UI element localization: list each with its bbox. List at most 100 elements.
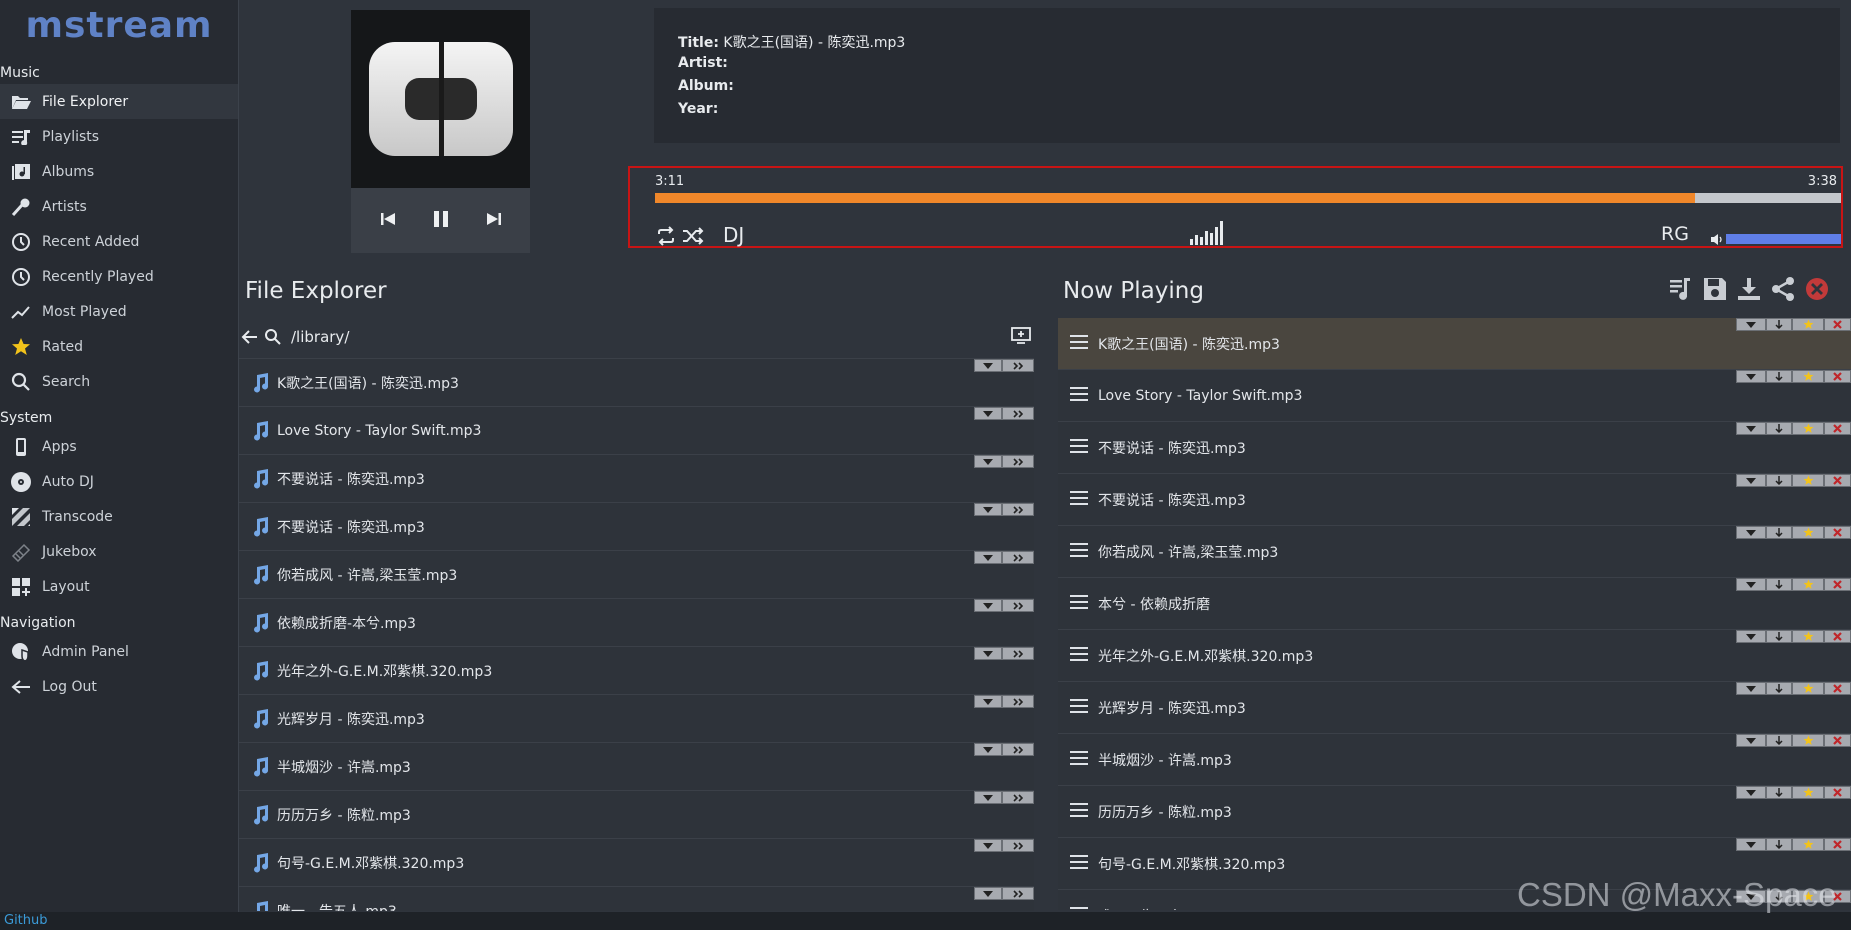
- drag-handle-icon[interactable]: [1070, 854, 1088, 873]
- queue-options-dropdown-icon[interactable]: [1736, 318, 1766, 331]
- drag-handle-icon[interactable]: [1070, 438, 1088, 457]
- github-link[interactable]: Github: [0, 913, 48, 928]
- add-all-to-queue-icon[interactable]: [1011, 327, 1031, 349]
- file-options-dropdown-icon[interactable]: [974, 839, 1002, 852]
- rate-star-icon[interactable]: [1792, 786, 1824, 799]
- download-song-icon[interactable]: [1766, 318, 1792, 331]
- download-song-icon[interactable]: [1766, 526, 1792, 539]
- drag-handle-icon[interactable]: [1070, 750, 1088, 769]
- remove-from-queue-icon[interactable]: [1824, 422, 1851, 435]
- file-row[interactable]: 光辉岁月 - 陈奕迅.mp3: [239, 695, 1034, 743]
- equalizer-icon[interactable]: [1190, 221, 1228, 249]
- queue-options-dropdown-icon[interactable]: [1736, 630, 1766, 643]
- sidebar-item-most-played[interactable]: Most Played: [0, 294, 238, 329]
- add-to-queue-icon[interactable]: [1002, 599, 1034, 612]
- playlist-add-icon[interactable]: [1668, 276, 1694, 306]
- file-options-dropdown-icon[interactable]: [974, 887, 1002, 900]
- volume-icon[interactable]: [1710, 231, 1723, 250]
- file-options-dropdown-icon[interactable]: [974, 791, 1002, 804]
- search-icon[interactable]: [264, 328, 282, 350]
- file-options-dropdown-icon[interactable]: [974, 551, 1002, 564]
- drag-handle-icon[interactable]: [1070, 490, 1088, 509]
- download-song-icon[interactable]: [1766, 422, 1792, 435]
- download-song-icon[interactable]: [1766, 630, 1792, 643]
- remove-from-queue-icon[interactable]: [1824, 474, 1851, 487]
- queue-row[interactable]: K歌之王(国语) - 陈奕迅.mp3: [1058, 318, 1851, 370]
- sidebar-item-artists[interactable]: Artists: [0, 189, 238, 224]
- queue-options-dropdown-icon[interactable]: [1736, 526, 1766, 539]
- rate-star-icon[interactable]: [1792, 474, 1824, 487]
- sidebar-item-jukebox[interactable]: Jukebox: [0, 534, 238, 569]
- download-song-icon[interactable]: [1766, 734, 1792, 747]
- sidebar-item-recently-played[interactable]: Recently Played: [0, 259, 238, 294]
- remove-from-queue-icon[interactable]: [1824, 370, 1851, 383]
- next-track-icon[interactable]: [486, 211, 502, 231]
- queue-row[interactable]: 本兮 - 依赖成折磨: [1058, 578, 1851, 630]
- rate-star-icon[interactable]: [1792, 422, 1824, 435]
- file-row[interactable]: 历历万乡 - 陈粒.mp3: [239, 791, 1034, 839]
- clear-queue-icon[interactable]: [1804, 276, 1830, 306]
- rate-star-icon[interactable]: [1792, 578, 1824, 591]
- download-song-icon[interactable]: [1766, 370, 1792, 383]
- file-options-dropdown-icon[interactable]: [974, 503, 1002, 516]
- drag-handle-icon[interactable]: [1070, 646, 1088, 665]
- rate-star-icon[interactable]: [1792, 370, 1824, 383]
- file-row[interactable]: 不要说话 - 陈奕迅.mp3: [239, 455, 1034, 503]
- drag-handle-icon[interactable]: [1070, 906, 1088, 911]
- queue-options-dropdown-icon[interactable]: [1736, 578, 1766, 591]
- file-row[interactable]: K歌之王(国语) - 陈奕迅.mp3: [239, 359, 1034, 407]
- auto-dj-toggle[interactable]: DJ: [723, 223, 744, 247]
- add-to-queue-icon[interactable]: [1002, 791, 1034, 804]
- drag-handle-icon[interactable]: [1070, 386, 1088, 405]
- rate-star-icon[interactable]: [1792, 318, 1824, 331]
- progress-bar[interactable]: [655, 193, 1841, 203]
- remove-from-queue-icon[interactable]: [1824, 526, 1851, 539]
- queue-row[interactable]: 不要说话 - 陈奕迅.mp3: [1058, 422, 1851, 474]
- queue-options-dropdown-icon[interactable]: [1736, 838, 1766, 851]
- download-song-icon[interactable]: [1766, 682, 1792, 695]
- sidebar-item-rated[interactable]: Rated: [0, 329, 238, 364]
- remove-from-queue-icon[interactable]: [1824, 734, 1851, 747]
- previous-track-icon[interactable]: [380, 211, 396, 231]
- sidebar-item-playlists[interactable]: Playlists: [0, 119, 238, 154]
- remove-from-queue-icon[interactable]: [1824, 838, 1851, 851]
- download-song-icon[interactable]: [1766, 838, 1792, 851]
- file-row[interactable]: 句号-G.E.M.邓紫棋.320.mp3: [239, 839, 1034, 887]
- rate-star-icon[interactable]: [1792, 630, 1824, 643]
- file-row[interactable]: Love Story - Taylor Swift.mp3: [239, 407, 1034, 455]
- file-row[interactable]: 光年之外-G.E.M.邓紫棋.320.mp3: [239, 647, 1034, 695]
- queue-options-dropdown-icon[interactable]: [1736, 682, 1766, 695]
- add-to-queue-icon[interactable]: [1002, 887, 1034, 900]
- drag-handle-icon[interactable]: [1070, 802, 1088, 821]
- queue-options-dropdown-icon[interactable]: [1736, 422, 1766, 435]
- download-icon[interactable]: [1736, 276, 1762, 306]
- share-icon[interactable]: [1770, 276, 1796, 306]
- app-logo[interactable]: mstream: [0, 0, 238, 50]
- queue-row[interactable]: 你若成风 - 许嵩,梁玉莹.mp3: [1058, 526, 1851, 578]
- rate-star-icon[interactable]: [1792, 526, 1824, 539]
- sidebar-item-recent-added[interactable]: Recent Added: [0, 224, 238, 259]
- sidebar-item-auto-dj[interactable]: Auto DJ: [0, 464, 238, 499]
- queue-row[interactable]: 光辉岁月 - 陈奕迅.mp3: [1058, 682, 1851, 734]
- queue-options-dropdown-icon[interactable]: [1736, 474, 1766, 487]
- remove-from-queue-icon[interactable]: [1824, 630, 1851, 643]
- drag-handle-icon[interactable]: [1070, 334, 1088, 353]
- pause-icon[interactable]: [432, 210, 450, 232]
- sidebar-item-apps[interactable]: Apps: [0, 429, 238, 464]
- shuffle-icon[interactable]: [682, 226, 704, 250]
- queue-row[interactable]: 不要说话 - 陈奕迅.mp3: [1058, 474, 1851, 526]
- queue-row[interactable]: 历历万乡 - 陈粒.mp3: [1058, 786, 1851, 838]
- replaygain-toggle[interactable]: RG: [1661, 223, 1689, 245]
- queue-options-dropdown-icon[interactable]: [1736, 786, 1766, 799]
- repeat-icon[interactable]: [655, 226, 677, 250]
- rate-star-icon[interactable]: [1792, 682, 1824, 695]
- sidebar-item-admin-panel[interactable]: Admin Panel: [0, 634, 238, 669]
- remove-from-queue-icon[interactable]: [1824, 786, 1851, 799]
- rate-star-icon[interactable]: [1792, 838, 1824, 851]
- queue-options-dropdown-icon[interactable]: [1736, 370, 1766, 383]
- file-options-dropdown-icon[interactable]: [974, 455, 1002, 468]
- file-row[interactable]: 半城烟沙 - 许嵩.mp3: [239, 743, 1034, 791]
- file-row[interactable]: 依赖成折磨-本兮.mp3: [239, 599, 1034, 647]
- drag-handle-icon[interactable]: [1070, 542, 1088, 561]
- queue-options-dropdown-icon[interactable]: [1736, 734, 1766, 747]
